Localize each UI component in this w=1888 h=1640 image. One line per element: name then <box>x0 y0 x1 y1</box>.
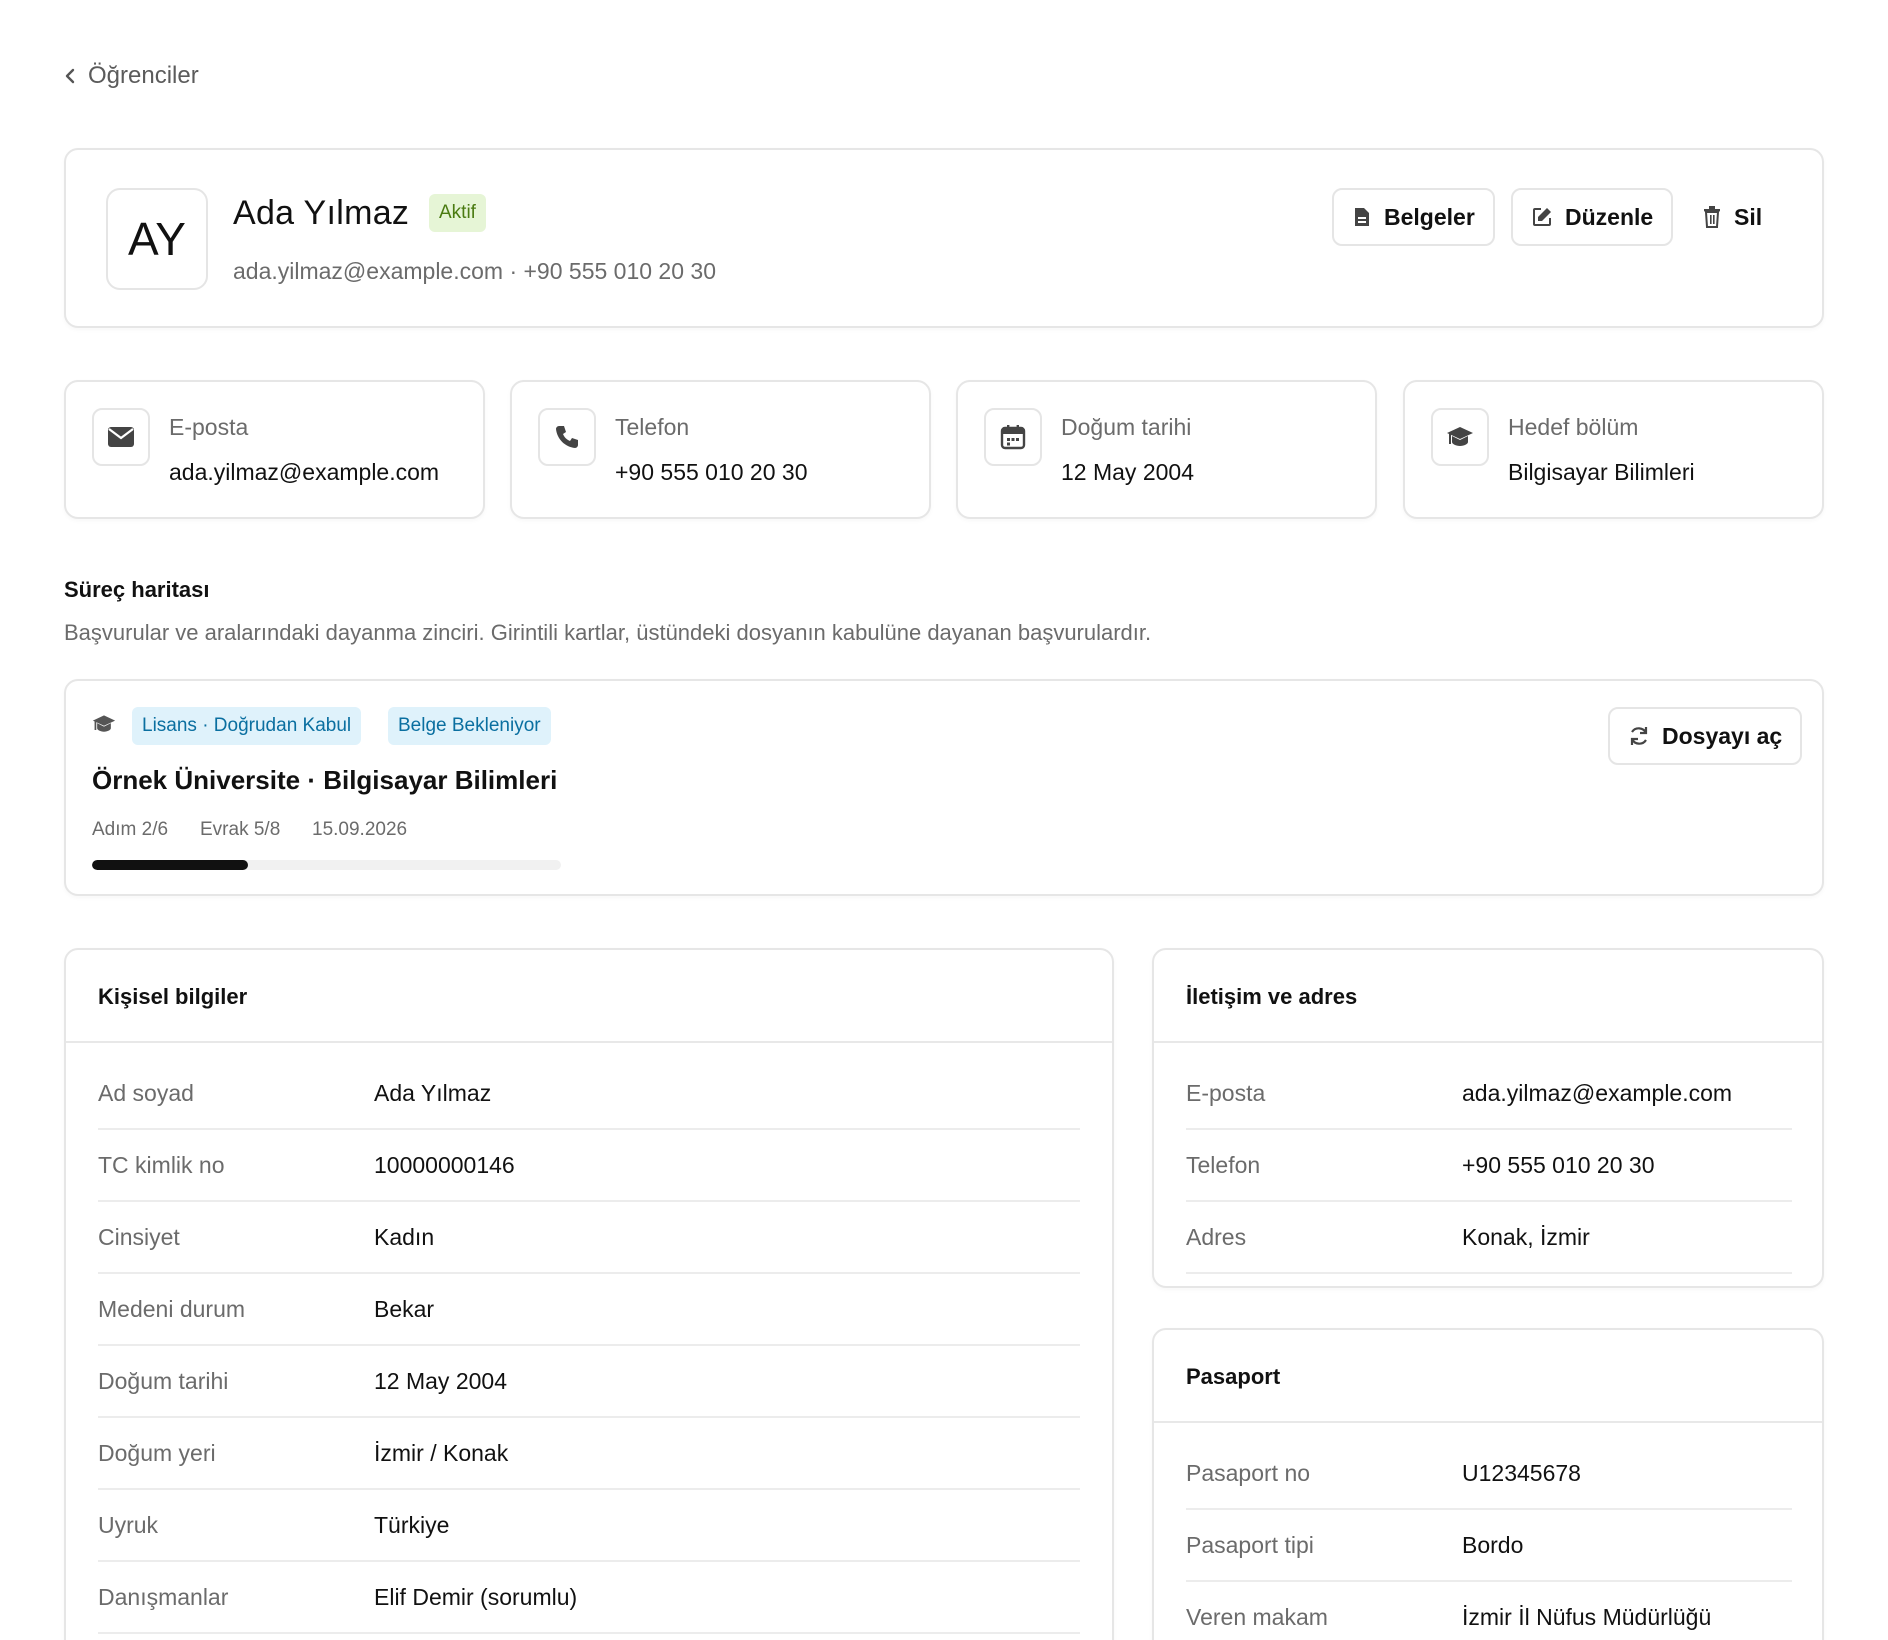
refresh-icon <box>1628 725 1650 747</box>
detail-value: Türkiye <box>374 1511 450 1538</box>
detail-row: Ad soyad Ada Yılmaz <box>98 1058 1080 1130</box>
process-map-description: Başvurular ve aralarındaki dayanma zinci… <box>64 620 1152 645</box>
contact-subline: ada.yilmaz@example.com · +90 555 010 20 … <box>233 258 716 284</box>
info-label: Doğum tarihi <box>1061 414 1192 440</box>
open-file-button-label: Dosyayı aç <box>1662 722 1783 749</box>
panel-title: İletişim ve adres <box>1186 984 1358 1009</box>
edit-icon <box>1531 206 1553 228</box>
info-value: Bilgisayar Bilimleri <box>1508 459 1695 485</box>
detail-label: Telefon <box>1186 1151 1261 1178</box>
step-count: Adım 2/6 <box>92 819 169 840</box>
detail-row: E-posta ada.yilmaz@example.com <box>1186 1058 1792 1130</box>
back-link[interactable]: Öğrenciler <box>64 62 199 90</box>
info-label: E-posta <box>169 414 249 440</box>
panel-title: Pasaport <box>1186 1364 1281 1389</box>
detail-row: Pasaport no U12345678 <box>1186 1438 1792 1510</box>
detail-value: 10000000146 <box>374 1151 515 1178</box>
detail-row: Doğum yeri İzmir / Konak <box>98 1418 1080 1490</box>
info-label: Telefon <box>615 414 690 440</box>
detail-value: Kadın <box>374 1223 435 1250</box>
detail-row: Pasaport tipi Bordo <box>1186 1510 1792 1582</box>
detail-label: Danışmanlar <box>98 1583 229 1610</box>
info-value: +90 555 010 20 30 <box>615 459 808 485</box>
document-count: Evrak 5/8 <box>200 819 281 840</box>
status-badge: Aktif <box>429 194 486 232</box>
passport-panel: Pasaport Pasaport no U12345678 Pasaport ti… <box>1152 1328 1824 1640</box>
detail-row: Uyruk Türkiye <box>98 1490 1080 1562</box>
documents-button-label: Belgeler <box>1384 203 1475 230</box>
calendar-icon <box>984 408 1042 466</box>
delete-button-label: Sil <box>1734 203 1763 230</box>
detail-value: ada.yilmaz@example.com <box>1462 1079 1733 1106</box>
divider <box>1154 1421 1822 1423</box>
info-card-target-department: Hedef bölüm Bilgisayar Bilimleri <box>1403 380 1824 519</box>
info-value: ada.yilmaz@example.com <box>169 459 440 485</box>
program-tag: Lisans · Doğrudan Kabul <box>132 707 362 745</box>
detail-label: TC kimlik no <box>98 1151 225 1178</box>
graduation-cap-icon <box>1431 408 1489 466</box>
avatar: AY <box>106 188 208 290</box>
detail-row: Danışmanlar Elif Demir (sorumlu) <box>98 1562 1080 1634</box>
info-card-birthdate: Doğum tarihi 12 May 2004 <box>956 380 1377 519</box>
edit-button-label: Düzenle <box>1565 203 1654 230</box>
detail-value: Konak, İzmir <box>1462 1223 1590 1250</box>
detail-row: Cinsiyet Kadın <box>98 1202 1080 1274</box>
back-link-label: Öğrenciler <box>88 62 199 89</box>
detail-value: Elif Demir (sorumlu) <box>374 1583 578 1610</box>
detail-label: Adres <box>1186 1223 1247 1250</box>
detail-row: Medeni durum Bekar <box>98 1274 1080 1346</box>
detail-label: E-posta <box>1186 1079 1266 1106</box>
detail-label: Pasaport tipi <box>1186 1531 1314 1558</box>
detail-row: Doğum tarihi 12 May 2004 <box>98 1346 1080 1418</box>
edit-button[interactable]: Düzenle <box>1511 188 1674 246</box>
student-header-card: AY Ada Yılmaz Aktif ada.yilmaz@example.c… <box>64 148 1824 328</box>
phone-icon <box>538 408 596 466</box>
documents-button[interactable]: Belgeler <box>1332 188 1495 246</box>
detail-label: Doğum yeri <box>98 1439 216 1466</box>
detail-row: TC kimlik no 10000000146 <box>98 1130 1080 1202</box>
detail-value: Bekar <box>374 1295 435 1322</box>
detail-label: Medeni durum <box>98 1295 246 1322</box>
detail-label: Ad soyad <box>98 1079 194 1106</box>
open-file-button[interactable]: Dosyayı aç <box>1608 707 1803 765</box>
detail-row: Adres Konak, İzmir <box>1186 1202 1792 1274</box>
progress-bar-fill <box>92 860 249 870</box>
detail-value: Ada Yılmaz <box>374 1079 492 1106</box>
detail-value: İzmir / Konak <box>374 1439 509 1466</box>
deadline-date: 15.09.2026 <box>312 819 408 840</box>
status-tag: Belge Bekleniyor <box>388 707 551 745</box>
student-name: Ada Yılmaz <box>233 194 410 232</box>
info-card-phone: Telefon +90 555 010 20 30 <box>510 380 931 519</box>
detail-label: Veren makam <box>1186 1603 1328 1630</box>
trash-icon <box>1702 205 1722 229</box>
detail-value: +90 555 010 20 30 <box>1462 1151 1655 1178</box>
detail-row: Telefon +90 555 010 20 30 <box>1186 1130 1792 1202</box>
personal-info-panel: Kişisel bilgiler Ad soyad Ada Yılmaz TC ki… <box>64 948 1114 1640</box>
detail-value: Bordo <box>1462 1531 1524 1558</box>
envelope-icon <box>92 408 150 466</box>
graduation-cap-icon <box>92 713 116 735</box>
detail-label: Uyruk <box>98 1511 159 1538</box>
application-card: Lisans · Doğrudan Kabul Belge Bekleniyor… <box>64 679 1824 896</box>
detail-label: Doğum tarihi <box>98 1367 229 1394</box>
application-title: Örnek Üniversite · Bilgisayar Bilimleri <box>92 765 558 795</box>
progress-bar <box>92 860 561 870</box>
detail-label: Pasaport no <box>1186 1459 1311 1486</box>
divider <box>66 1041 1112 1043</box>
delete-button[interactable]: Sil <box>1682 188 1783 246</box>
detail-value: 12 May 2004 <box>374 1367 507 1394</box>
detail-value: İzmir İl Nüfus Müdürlüğü <box>1462 1603 1712 1630</box>
panel-title: Kişisel bilgiler <box>98 984 248 1009</box>
divider <box>1154 1041 1822 1043</box>
info-card-email: E-posta ada.yilmaz@example.com <box>64 380 485 519</box>
detail-label: Cinsiyet <box>98 1223 180 1250</box>
contact-address-panel: İletişim ve adres E-posta ada.yilmaz@exam… <box>1152 948 1824 1288</box>
document-icon <box>1352 206 1372 228</box>
detail-row: Veren makam İzmir İl Nüfus Müdürlüğü <box>1186 1582 1792 1640</box>
process-map-title: Süreç haritası <box>64 577 210 602</box>
detail-value: U12345678 <box>1462 1459 1581 1486</box>
info-value: 12 May 2004 <box>1061 459 1194 485</box>
info-label: Hedef bölüm <box>1508 414 1639 440</box>
chevron-left-icon <box>64 67 76 85</box>
